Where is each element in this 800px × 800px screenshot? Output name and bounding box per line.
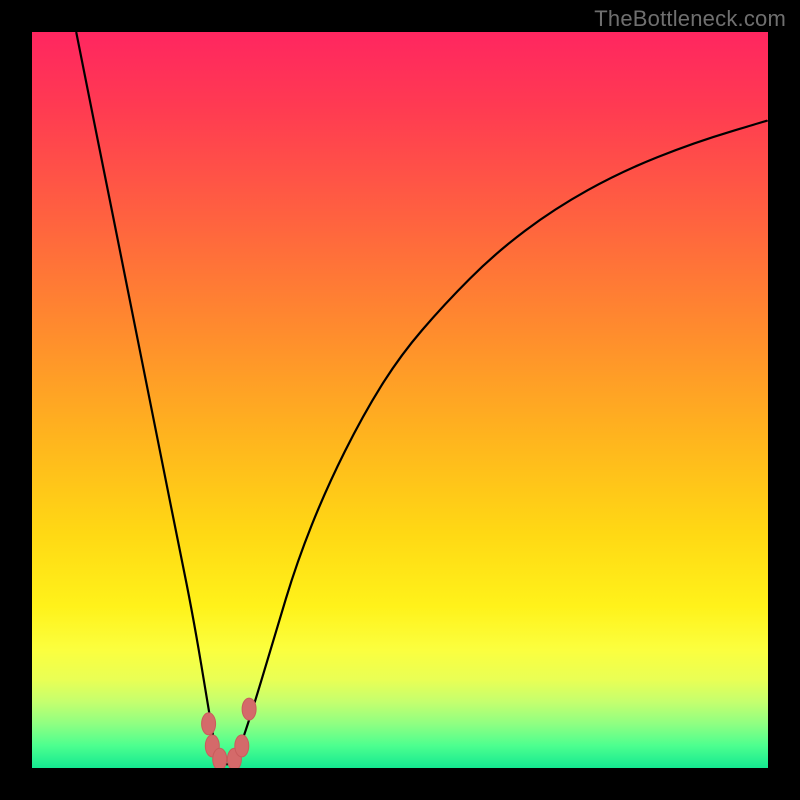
- curve-marker: [213, 748, 227, 768]
- plot-area: [32, 32, 768, 768]
- curve-marker: [235, 735, 249, 757]
- curve-markers: [202, 698, 257, 768]
- curve-layer: [32, 32, 768, 768]
- chart-frame: TheBottleneck.com: [0, 0, 800, 800]
- curve-marker: [202, 713, 216, 735]
- watermark-text: TheBottleneck.com: [594, 6, 786, 32]
- curve-marker: [242, 698, 256, 720]
- bottleneck-curve: [76, 32, 768, 764]
